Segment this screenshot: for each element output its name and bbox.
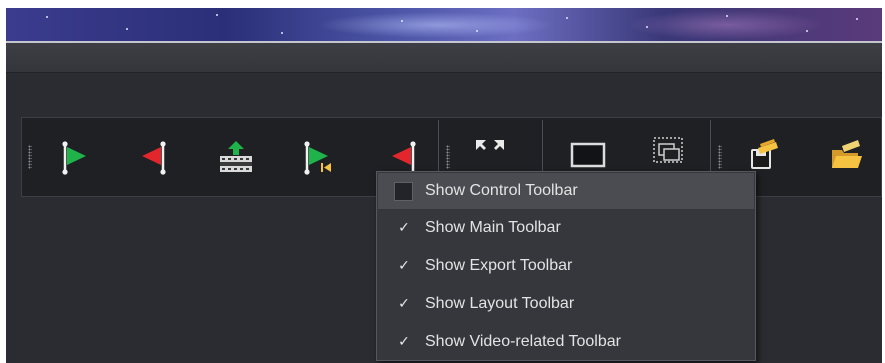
toolbar-context-menu: Show Control Toolbar ✓ Show Main Toolbar…: [376, 171, 756, 361]
single-window-layout-button[interactable]: [568, 136, 608, 176]
open-project-folder-icon: [832, 140, 862, 168]
film-insert-icon: [220, 141, 252, 172]
menu-item-show-video-related-toolbar[interactable]: ✓ Show Video-related Toolbar: [378, 324, 754, 360]
menu-item-show-control-toolbar[interactable]: Show Control Toolbar: [378, 173, 754, 209]
fullscreen-expand-icon: [476, 140, 504, 150]
multi-window-layout-button[interactable]: [648, 132, 688, 172]
green-flag-go-to-start-icon: [304, 141, 331, 175]
set-start-marker-button[interactable]: [54, 138, 94, 178]
go-to-start-marker-button[interactable]: [298, 138, 338, 178]
menu-strip: [6, 43, 882, 73]
insert-clip-button[interactable]: [216, 138, 256, 178]
menu-item-label: Show Video-related Toolbar: [425, 333, 621, 350]
editor-window: Show Control Toolbar ✓ Show Main Toolbar…: [6, 8, 882, 363]
menu-item-show-layout-toolbar[interactable]: ✓ Show Layout Toolbar: [378, 286, 754, 322]
open-project-button[interactable]: [826, 136, 866, 176]
menu-item-label: Show Main Toolbar: [425, 219, 561, 236]
save-project-icon: [751, 139, 778, 169]
checkmark-icon: ✓: [398, 334, 410, 350]
layout-toolbar-grip[interactable]: [446, 145, 450, 169]
checkmark-icon: ✓: [398, 220, 410, 236]
menu-item-show-main-toolbar[interactable]: ✓ Show Main Toolbar: [378, 210, 754, 246]
single-window-icon: [570, 142, 606, 168]
control-toolbar-grip[interactable]: [28, 145, 32, 169]
green-flag-start-marker-icon: [62, 141, 86, 175]
control-toolbar: [22, 118, 437, 196]
title-bar-background: [6, 8, 882, 42]
menu-item-label: Show Export Toolbar: [425, 257, 573, 274]
project-toolbar-grip[interactable]: [718, 145, 722, 169]
set-end-marker-button[interactable]: [134, 138, 174, 178]
checkmark-icon: ✓: [398, 296, 410, 312]
multi-window-icon: [653, 137, 683, 163]
menu-item-label: Show Layout Toolbar: [425, 295, 575, 312]
save-project-button[interactable]: [744, 134, 784, 174]
unchecked-box-icon: [394, 182, 413, 201]
menu-item-label: Show Control Toolbar: [425, 182, 578, 199]
menu-item-show-export-toolbar[interactable]: ✓ Show Export Toolbar: [378, 248, 754, 284]
red-flag-end-marker-icon: [142, 141, 166, 175]
fullscreen-button[interactable]: [470, 132, 510, 172]
checkmark-icon: ✓: [398, 258, 410, 274]
